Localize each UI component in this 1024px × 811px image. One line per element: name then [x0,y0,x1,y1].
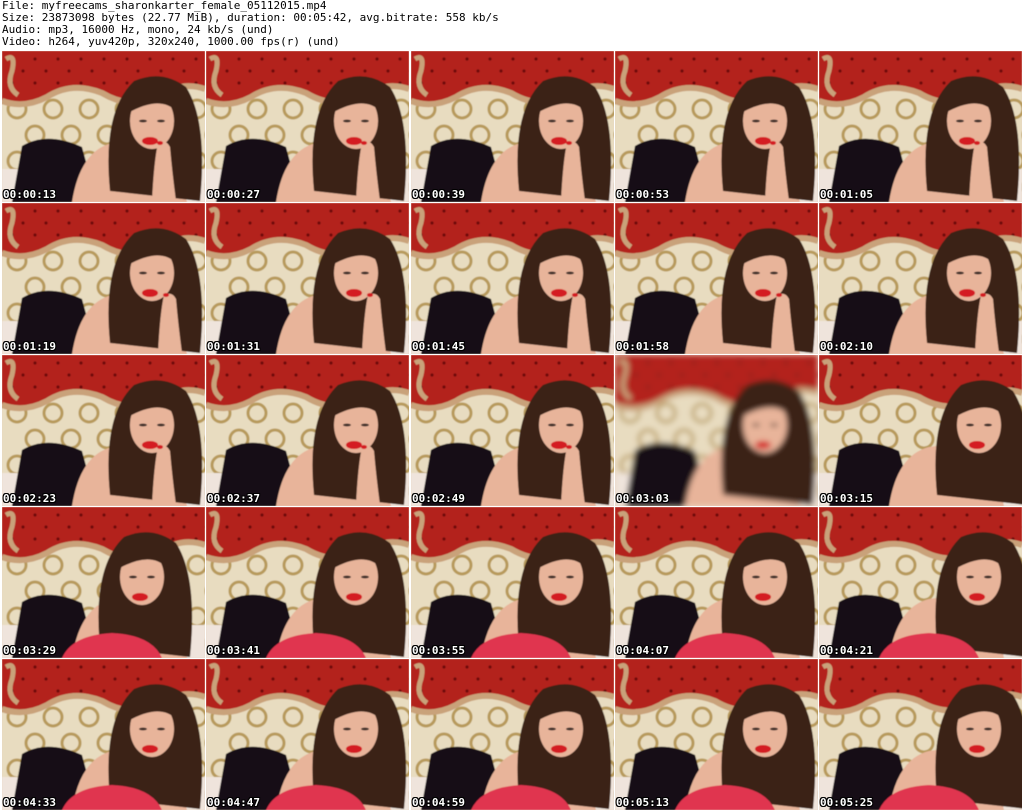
video-thumbnail: 00:04:21 [819,507,1022,658]
thumbnail-timestamp: 00:03:41 [207,644,260,657]
video-thumbnail: 00:01:31 [206,203,409,354]
thumbnail-timestamp: 00:03:55 [412,644,465,657]
video-thumbnail: 00:00:27 [206,51,409,202]
thumbnail-timestamp: 00:01:05 [820,188,873,201]
thumbnail-timestamp: 00:05:25 [820,796,873,809]
thumbnail-frame-image [206,507,409,658]
video-thumbnail: 00:02:10 [819,203,1022,354]
thumbnail-frame-image [411,51,614,202]
thumbnail-frame-image [2,659,205,810]
video-thumbnail: 00:04:07 [615,507,818,658]
thumbnail-timestamp: 00:02:23 [3,492,56,505]
thumbnail-timestamp: 00:03:03 [616,492,669,505]
thumbnail-frame-image [411,203,614,354]
thumbnail-frame-image [206,203,409,354]
thumbnail-frame-image [819,51,1022,202]
video-thumbnail: 00:03:15 [819,355,1022,506]
thumbnail-frame-image [411,659,614,810]
thumbnail-frame-image [2,355,205,506]
video-thumbnail: 00:04:47 [206,659,409,810]
video-thumbnail: 00:03:41 [206,507,409,658]
video-thumbnail: 00:01:19 [2,203,205,354]
thumbnail-frame-image [2,203,205,354]
video-thumbnail: 00:00:53 [615,51,818,202]
thumbnail-timestamp: 00:04:59 [412,796,465,809]
thumbnail-frame-image [819,659,1022,810]
thumbnail-timestamp: 00:05:13 [616,796,669,809]
thumbnail-timestamp: 00:00:39 [412,188,465,201]
thumbnail-timestamp: 00:02:10 [820,340,873,353]
video-thumbnail: 00:00:39 [411,51,614,202]
thumbnail-timestamp: 00:00:13 [3,188,56,201]
video-thumbnail: 00:00:13 [2,51,205,202]
video-thumbnail: 00:05:13 [615,659,818,810]
thumbnail-frame-image [206,51,409,202]
thumbnail-timestamp: 00:01:58 [616,340,669,353]
thumbnail-timestamp: 00:01:19 [3,340,56,353]
video-thumbnail: 00:01:58 [615,203,818,354]
video-thumbnail: 00:02:23 [2,355,205,506]
thumbnail-frame-image [2,51,205,202]
thumbnail-timestamp: 00:04:07 [616,644,669,657]
thumbnail-frame-image [819,203,1022,354]
video-thumbnail: 00:03:03 [615,355,818,506]
video-thumbnail: 00:01:45 [411,203,614,354]
video-thumbnail: 00:04:33 [2,659,205,810]
thumbnail-timestamp: 00:01:45 [412,340,465,353]
thumbnail-timestamp: 00:04:21 [820,644,873,657]
video-info-line: Video: h264, yuv420p, 320x240, 1000.00 f… [2,35,340,48]
thumbnail-timestamp: 00:03:15 [820,492,873,505]
video-thumbnail: 00:03:55 [411,507,614,658]
video-thumbnail: 00:05:25 [819,659,1022,810]
thumbnail-frame-image [615,203,818,354]
thumbnail-timestamp: 00:04:33 [3,796,56,809]
thumbnail-frame-image [615,355,818,506]
video-thumbnail: 00:04:59 [411,659,614,810]
video-thumbnail: 00:03:29 [2,507,205,658]
video-thumbnail: 00:02:37 [206,355,409,506]
thumbnail-frame-image [819,355,1022,506]
video-thumbnail: 00:01:05 [819,51,1022,202]
thumbnail-grid: 00:00:13 00:00:27 00:00:39 00:00:53 00:01:05… [2,51,1022,811]
thumbnail-timestamp: 00:00:27 [207,188,260,201]
thumbnail-timestamp: 00:04:47 [207,796,260,809]
thumbnail-frame-image [615,507,818,658]
video-thumbnail: 00:02:49 [411,355,614,506]
thumbnail-frame-image [206,355,409,506]
thumbnail-frame-image [819,507,1022,658]
thumbnail-frame-image [615,659,818,810]
thumbnail-frame-image [2,507,205,658]
thumbnail-frame-image [411,507,614,658]
thumbnail-frame-image [206,659,409,810]
thumbnail-timestamp: 00:02:49 [412,492,465,505]
thumbnail-timestamp: 00:00:53 [616,188,669,201]
thumbnail-frame-image [411,355,614,506]
thumbnail-timestamp: 00:03:29 [3,644,56,657]
thumbnail-timestamp: 00:01:31 [207,340,260,353]
thumbnail-timestamp: 00:02:37 [207,492,260,505]
file-info-header: File: myfreecams_sharonkarter_female_051… [2,0,1022,50]
thumbnail-frame-image [615,51,818,202]
